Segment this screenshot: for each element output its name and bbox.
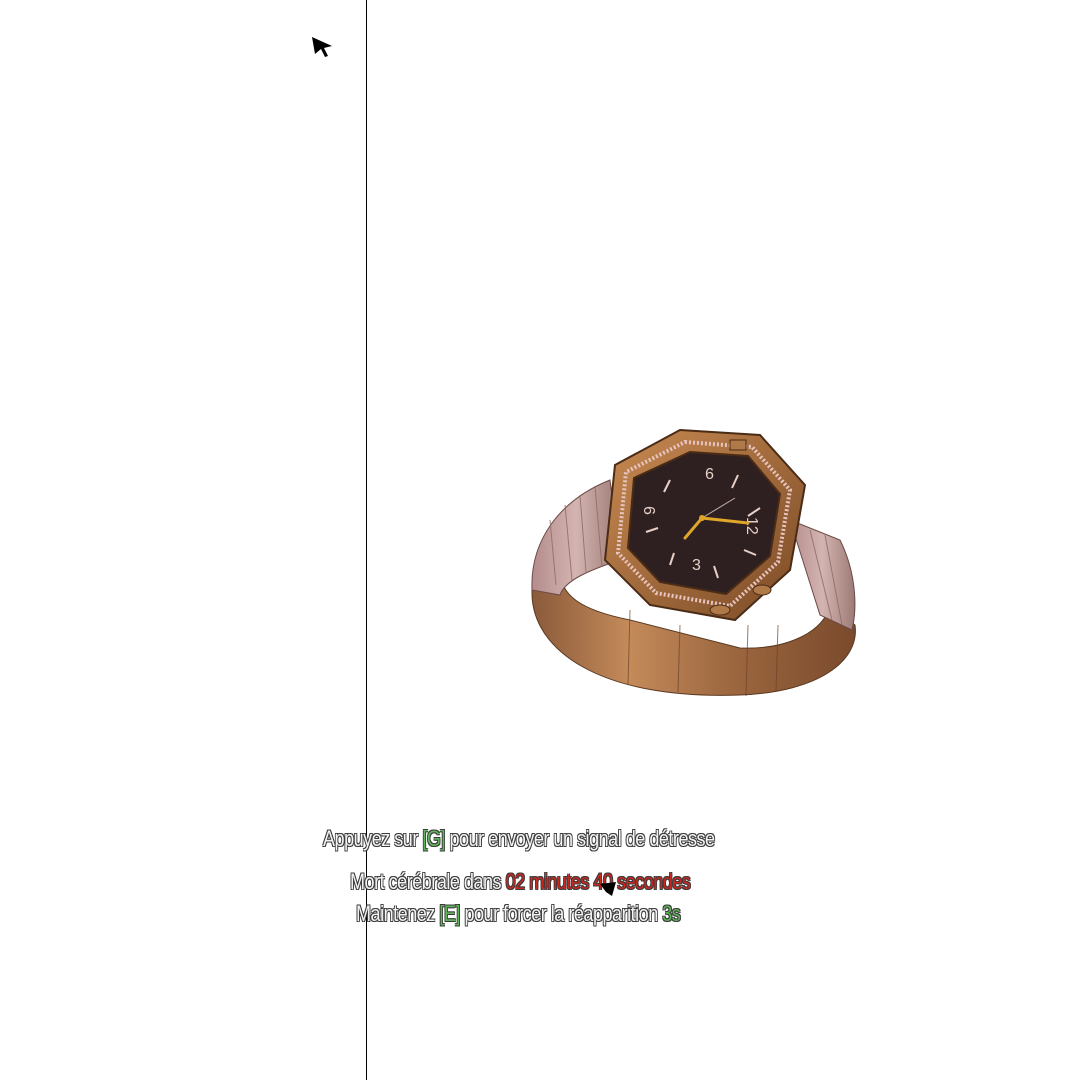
- respawn-key: [E]: [439, 901, 460, 926]
- respawn-suffix: pour forcer la réapparition: [464, 901, 658, 926]
- dial-numeral: 9: [705, 464, 714, 481]
- brain-death-timer: Mort cérébrale dans 02 minutes 40 second…: [350, 869, 691, 895]
- distress-signal-prompt: Appuyez sur [G] pour envoyer un signal d…: [323, 826, 715, 852]
- dial-numeral: 12: [743, 517, 760, 535]
- crosshair-cursor-icon: [600, 882, 616, 896]
- mouse-cursor-icon: [312, 37, 332, 57]
- dial-numeral: 3: [692, 557, 701, 574]
- distress-key: [G]: [422, 826, 445, 851]
- respawn-countdown: 3s: [662, 901, 681, 926]
- brain-death-prefix: Mort cérébrale dans: [350, 869, 502, 894]
- dial-numeral: 6: [640, 506, 657, 515]
- distress-prefix: Appuyez sur: [323, 826, 418, 851]
- respawn-prefix: Maintenez: [356, 901, 435, 926]
- respawn-prompt: Maintenez [E] pour forcer la réapparitio…: [356, 901, 681, 927]
- distress-suffix: pour envoyer un signal de détresse: [449, 826, 716, 851]
- wristwatch-item: 9 12 3 6: [531, 428, 856, 697]
